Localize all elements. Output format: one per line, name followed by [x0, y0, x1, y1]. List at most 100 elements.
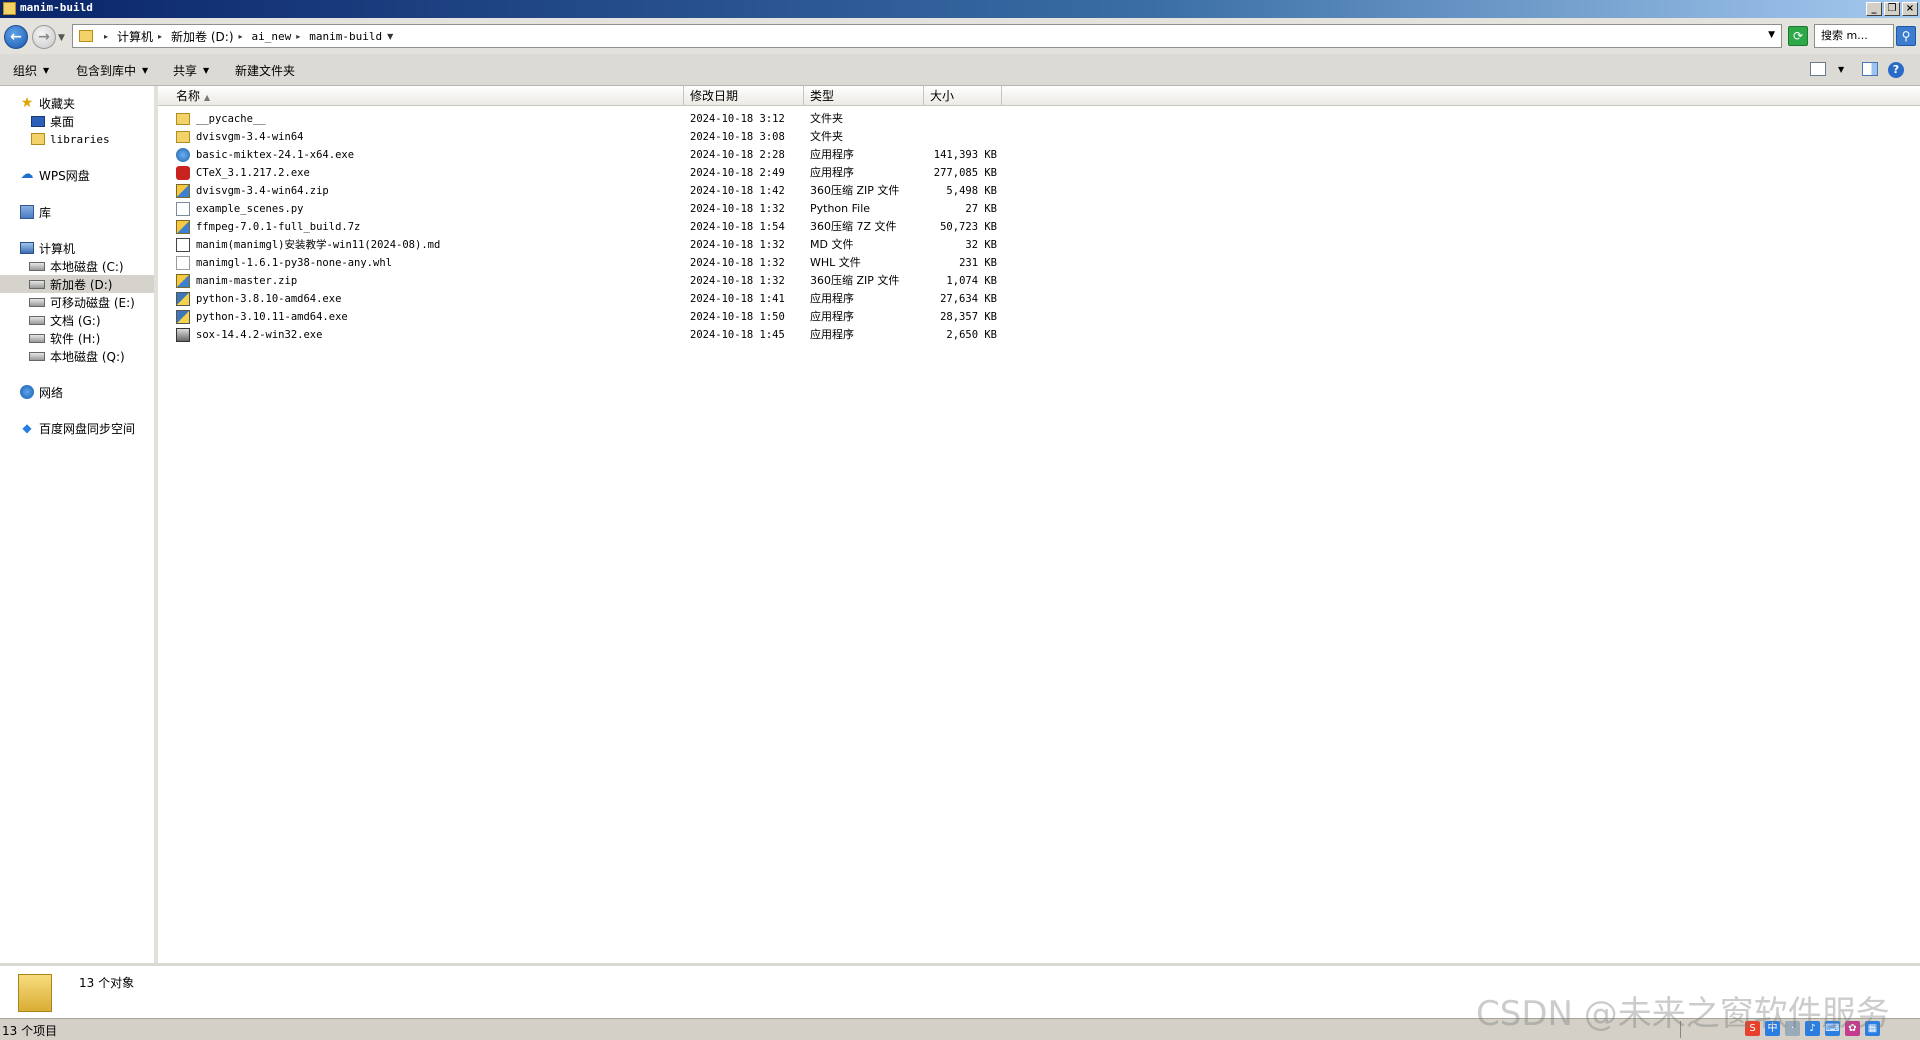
organize-button[interactable]: 组织 ▼ [13, 62, 49, 79]
file-name: basic-miktex-24.1-x64.exe [196, 149, 355, 161]
back-button[interactable]: ← [4, 25, 28, 49]
sidebar-item-wps[interactable]: ☁ WPS网盘 [20, 166, 90, 184]
file-type: 应用程序 [810, 292, 854, 305]
breadcrumb-manim-build[interactable]: manim-build ▼ [309, 30, 398, 43]
breadcrumb-computer[interactable]: 计算机 ▸ [117, 28, 167, 45]
sidebar-item-favorites[interactable]: ★ 收藏夹 [20, 94, 75, 112]
file-date: 2024-10-18 1:32 [690, 275, 785, 287]
python-installer-icon [176, 310, 190, 324]
file-row[interactable]: manimgl-1.6.1-py38-none-any.whl 2024-10-1… [158, 254, 1008, 272]
network-icon [20, 385, 34, 399]
sidebar-item-drive-g[interactable]: 文档 (G:) [29, 311, 101, 329]
sidebar-item-baidu[interactable]: ◆ 百度网盘同步空间 [20, 419, 135, 437]
cloud-icon: ☁ [20, 167, 34, 182]
chinese-mode-icon[interactable]: 中 [1765, 1021, 1780, 1036]
sidebar-item-computer[interactable]: 计算机 [20, 239, 75, 257]
sidebar-item-desktop[interactable]: 桌面 [31, 112, 74, 130]
file-size: 2,650 KB [946, 329, 997, 341]
new-folder-button[interactable]: 新建文件夹 [235, 62, 295, 79]
file-row[interactable]: sox-14.4.2-win32.exe 2024-10-18 1:45 应用程序 2… [158, 326, 1008, 344]
file-size: 231 KB [959, 257, 997, 269]
search-input[interactable]: 搜索 m... [1814, 24, 1894, 48]
keyboard-icon[interactable]: ⌨ [1825, 1021, 1840, 1036]
restore-button[interactable]: ❐ [1884, 2, 1900, 16]
navigation-pane: ★ 收藏夹 桌面 libraries ☁ WPS网盘 库 计算机 本地磁盘 (C:)… [0, 86, 158, 963]
file-row[interactable]: ffmpeg-7.0.1-full_build.7z 2024-10-18 1:5… [158, 218, 1008, 236]
folder-icon [31, 133, 45, 145]
share-button[interactable]: 共享 ▼ [173, 62, 209, 79]
preview-pane-icon[interactable] [1862, 62, 1878, 76]
file-date: 2024-10-18 1:32 [690, 239, 785, 251]
file-date: 2024-10-18 1:50 [690, 311, 785, 323]
file-size: 27,634 KB [940, 293, 997, 305]
address-bar[interactable]: ▸ 计算机 ▸ 新加卷 (D:) ▸ ai_new ▸ manim-build ▼ ▼ [72, 24, 1782, 48]
breadcrumb-root-arrow[interactable]: ▸ [99, 32, 113, 41]
microphone-icon[interactable]: ♪ [1805, 1021, 1820, 1036]
sidebar-item-drive-q[interactable]: 本地磁盘 (Q:) [29, 347, 125, 365]
file-row[interactable]: CTeX_3.1.217.2.exe 2024-10-18 2:49 应用程序 277… [158, 164, 1008, 182]
file-row[interactable]: __pycache__ 2024-10-18 3:12 文件夹 [158, 110, 1008, 128]
forward-arrow-icon: → [38, 29, 50, 45]
sidebar-item-libraries[interactable]: libraries [31, 130, 110, 148]
breadcrumb-ai-new[interactable]: ai_new ▸ [252, 30, 306, 43]
sidebar-item-drive-c[interactable]: 本地磁盘 (C:) [29, 257, 124, 275]
search-icon: ⚲ [1901, 29, 1911, 43]
column-header-size[interactable]: 大小 [924, 86, 1002, 106]
column-header-type[interactable]: 类型 [804, 86, 924, 106]
forward-button[interactable]: → [32, 25, 56, 49]
recent-pages-dropdown[interactable]: ▼ [58, 33, 65, 43]
zip-icon [176, 220, 190, 234]
file-size: 5,498 KB [946, 185, 997, 197]
refresh-button[interactable]: ⟳ [1788, 26, 1808, 46]
breadcrumb-drive-d[interactable]: 新加卷 (D:) ▸ [171, 28, 247, 45]
punctuation-icon[interactable]: · [1785, 1021, 1800, 1036]
file-name: python-3.10.11-amd64.exe [196, 311, 348, 323]
file-name: __pycache__ [196, 113, 266, 125]
file-date: 2024-10-18 1:54 [690, 221, 785, 233]
file-type: 文件夹 [810, 112, 843, 125]
include-library-button[interactable]: 包含到库中 ▼ [76, 62, 148, 79]
toolbox-icon[interactable]: ▦ [1865, 1021, 1880, 1036]
file-name: sox-14.4.2-win32.exe [196, 329, 323, 341]
status-divider [1680, 1021, 1681, 1038]
file-type: 360压缩 7Z 文件 [810, 220, 897, 233]
skin-icon[interactable]: ✿ [1845, 1021, 1860, 1036]
help-icon[interactable]: ? [1888, 62, 1904, 78]
file-row[interactable]: dvisvgm-3.4-win64 2024-10-18 3:08 文件夹 [158, 128, 1008, 146]
address-history-dropdown[interactable]: ▼ [1768, 30, 1775, 40]
view-options-icon[interactable] [1810, 62, 1826, 76]
file-row[interactable]: example_scenes.py 2024-10-18 1:32 Python F… [158, 200, 1008, 218]
sort-ascending-icon: ▲ [204, 93, 211, 102]
view-dropdown[interactable]: ▼ [1838, 65, 1844, 74]
status-bar: 13 个项目 S 中 · ♪ ⌨ ✿ ▦ [0, 1018, 1920, 1040]
file-size: 27 KB [965, 203, 997, 215]
close-button[interactable]: × [1902, 2, 1918, 16]
file-row[interactable]: manim-master.zip 2024-10-18 1:32 360压缩 ZIP… [158, 272, 1008, 290]
file-size: 32 KB [965, 239, 997, 251]
window-title: manim-build [20, 1, 93, 14]
column-header-date[interactable]: 修改日期 [684, 86, 804, 106]
desktop-icon [31, 115, 45, 127]
hard-drive-icon [29, 279, 45, 289]
file-size: 1,074 KB [946, 275, 997, 287]
file-type: 360压缩 ZIP 文件 [810, 274, 900, 287]
title-bar: manim-build _ ❐ × [0, 0, 1920, 18]
sidebar-item-network[interactable]: 网络 [20, 383, 63, 401]
sidebar-item-drive-e[interactable]: 可移动磁盘 (E:) [29, 293, 135, 311]
file-name: dvisvgm-3.4-win64 [196, 131, 304, 143]
sidebar-item-drive-d[interactable]: 新加卷 (D:) [0, 275, 154, 293]
file-row[interactable]: python-3.8.10-amd64.exe 2024-10-18 1:41 应用… [158, 290, 1008, 308]
sogou-ime-icon[interactable]: S [1745, 1021, 1760, 1036]
file-row[interactable]: basic-miktex-24.1-x64.exe 2024-10-18 2:28… [158, 146, 1008, 164]
search-button[interactable]: ⚲ [1896, 26, 1916, 46]
sidebar-item-drive-h[interactable]: 软件 (H:) [29, 329, 100, 347]
minimize-button[interactable]: _ [1866, 2, 1882, 16]
sidebar-item-library[interactable]: 库 [20, 203, 51, 221]
file-date: 2024-10-18 3:12 [690, 113, 785, 125]
file-date: 2024-10-18 2:49 [690, 167, 785, 179]
file-row[interactable]: manim(manimgl)安装教学-win11(2024-08).md 2024… [158, 236, 1008, 254]
file-row[interactable]: python-3.10.11-amd64.exe 2024-10-18 1:50 应… [158, 308, 1008, 326]
file-row[interactable]: dvisvgm-3.4-win64.zip 2024-10-18 1:42 360压… [158, 182, 1008, 200]
column-header-name[interactable]: 名称 ▲ [158, 86, 684, 106]
hard-drive-icon [29, 261, 45, 271]
